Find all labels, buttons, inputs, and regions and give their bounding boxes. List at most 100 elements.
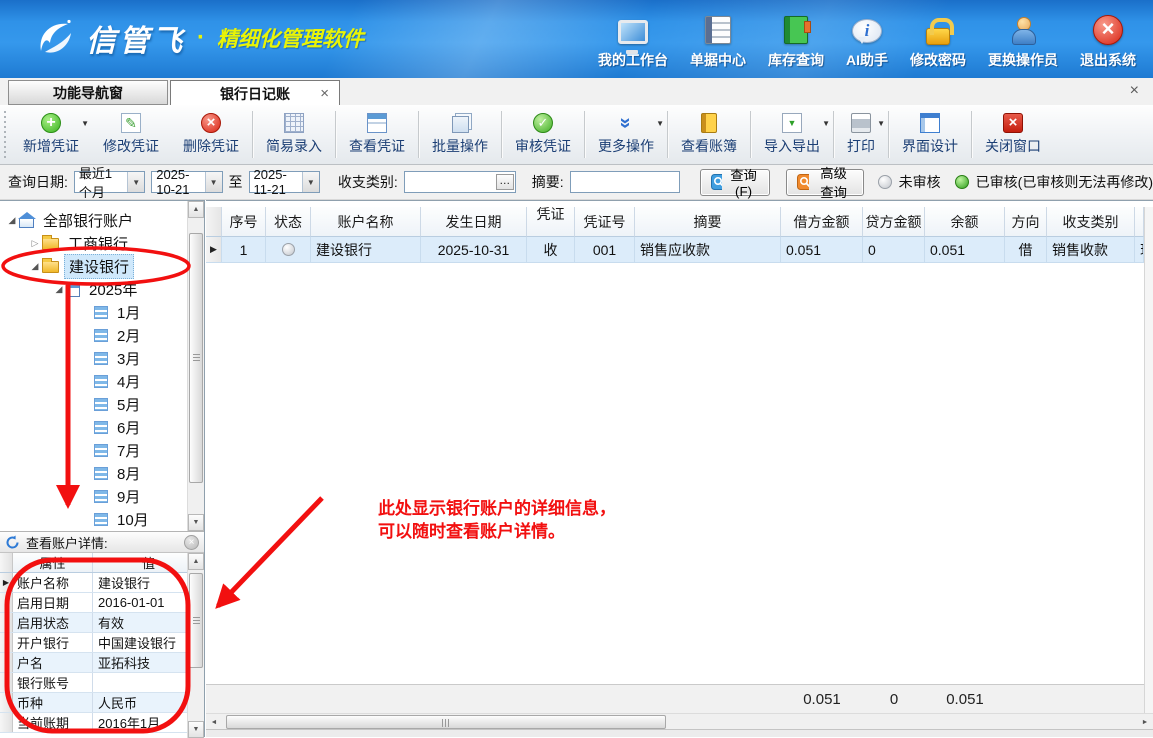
expander-icon[interactable]	[5, 215, 19, 226]
date-from-dropdown-icon[interactable]: ▼	[205, 172, 222, 192]
switch-operator-button[interactable]: 更换操作员	[977, 12, 1069, 72]
close-window-button[interactable]: 关闭窗口	[973, 105, 1053, 164]
more-actions-dropdown-caret[interactable]: ▼	[656, 119, 664, 128]
tree-item-month-9[interactable]: 9月	[0, 485, 204, 508]
tree-item-icbc[interactable]: 工商银行	[0, 232, 204, 255]
add-voucher-button[interactable]: 新增凭证 ▼	[11, 105, 91, 164]
ui-design-button[interactable]: 界面设计	[890, 105, 970, 164]
scroll-left-icon[interactable]: ◄	[206, 714, 222, 730]
col-header-category[interactable]: 收支类别	[1047, 207, 1135, 237]
tree-scrollbar-thumb[interactable]	[189, 233, 203, 483]
hscrollbar-thumb[interactable]	[226, 715, 666, 729]
date-from-picker[interactable]: 2025-10-21 ▼	[151, 171, 222, 193]
toolbar-grip-handle[interactable]	[2, 111, 9, 158]
expander-icon[interactable]	[28, 261, 42, 272]
header-actions: 我的工作台 单据中心 库存查询 AI助手 修改密码 更换操作员 退出系统	[587, 12, 1147, 72]
tree-item-month-7[interactable]: 7月	[0, 439, 204, 462]
inventory-query-button[interactable]: 库存查询	[757, 12, 835, 72]
tree-item-month-10[interactable]: 10月	[0, 508, 204, 531]
col-header-voucher-type[interactable]: 凭证	[527, 207, 575, 237]
expander-icon[interactable]	[52, 284, 66, 295]
tree-item-month-8[interactable]: 8月	[0, 462, 204, 485]
col-header-status[interactable]: 状态	[266, 207, 311, 237]
detail-row-account-no[interactable]: 银行账号	[0, 673, 204, 693]
edit-voucher-button[interactable]: 修改凭证	[91, 105, 171, 164]
category-more-icon[interactable]: …	[496, 174, 514, 190]
print-dropdown-caret[interactable]: ▼	[877, 119, 885, 128]
journal-row-1[interactable]: ▶ 1 建设银行 2025-10-31 收 001 销售应收款 0.051 0 …	[206, 237, 1144, 263]
detail-scrollbar[interactable]: ▲ ▼	[187, 553, 204, 738]
detail-row-holder[interactable]: 户名 亚拓科技	[0, 653, 204, 673]
col-header-direction[interactable]: 方向	[1005, 207, 1047, 237]
view-ledger-button[interactable]: 查看账簿	[669, 105, 749, 164]
unaudited-legend: 未审核	[878, 172, 941, 192]
refresh-icon[interactable]	[5, 535, 20, 550]
detail-row-current-period[interactable]: 当前账期 2016年1月	[0, 713, 204, 733]
view-voucher-button[interactable]: 查看凭证	[337, 105, 417, 164]
col-header-account[interactable]: 账户名称	[311, 207, 421, 237]
import-export-dropdown-caret[interactable]: ▼	[822, 119, 830, 128]
tab-function-navigator[interactable]: 功能导航窗	[8, 80, 168, 105]
password-lock-icon	[926, 28, 950, 45]
detail-row-start-date[interactable]: 启用日期 2016-01-01	[0, 593, 204, 613]
advanced-query-button[interactable]: 高级查询	[786, 169, 864, 196]
print-button[interactable]: 打印 ▼	[835, 105, 887, 164]
journal-icon	[94, 398, 108, 411]
col-header-date[interactable]: 发生日期	[421, 207, 527, 237]
tab-close-icon[interactable]: ×	[320, 85, 329, 102]
tab-bank-journal[interactable]: 银行日记账 ×	[170, 80, 340, 106]
detail-scroll-up-icon[interactable]: ▲	[188, 553, 204, 570]
summary-input[interactable]	[570, 171, 680, 193]
col-header-debit[interactable]: 借方金额	[781, 207, 863, 237]
tree-item-month-5[interactable]: 5月	[0, 393, 204, 416]
tree-item-month-6[interactable]: 6月	[0, 416, 204, 439]
date-preset-select[interactable]: 最近1个月 ▼	[74, 171, 145, 193]
exit-system-button[interactable]: 退出系统	[1069, 12, 1147, 72]
detail-scroll-down-icon[interactable]: ▼	[188, 721, 204, 738]
query-button[interactable]: 查询(F)	[700, 169, 770, 196]
tree-item-month-3[interactable]: 3月	[0, 347, 204, 370]
detail-row-account-name[interactable]: ▶ 账户名称 建设银行	[0, 573, 204, 593]
more-actions-button[interactable]: 更多操作 ▼	[586, 105, 666, 164]
col-header-seq[interactable]: 序号	[222, 207, 266, 237]
audit-voucher-button[interactable]: 审核凭证	[503, 105, 583, 164]
import-export-button[interactable]: 导入导出 ▼	[752, 105, 832, 164]
col-header-summary[interactable]: 摘要	[635, 207, 781, 237]
expander-icon[interactable]	[28, 238, 42, 249]
add-voucher-dropdown-caret[interactable]: ▼	[81, 119, 89, 128]
tree-item-all-bank-accounts[interactable]: 全部银行账户	[0, 209, 204, 232]
brand: 信管飞 · 精细化管理软件	[30, 16, 364, 60]
scroll-right-icon[interactable]: ►	[1137, 714, 1153, 730]
batch-operation-button[interactable]: 批量操作	[420, 105, 500, 164]
grid-vertical-scrollbar[interactable]	[1144, 207, 1153, 713]
tree-scrollbar[interactable]: ▲ ▼	[187, 201, 204, 531]
date-to-dropdown-icon[interactable]: ▼	[302, 172, 319, 192]
batch-operation-icon	[452, 116, 469, 133]
col-header-voucher-no[interactable]: 凭证号	[575, 207, 635, 237]
detail-row-bank[interactable]: 开户银行 中国建设银行	[0, 633, 204, 653]
detail-close-icon[interactable]: ×	[184, 535, 199, 550]
ai-assistant-button[interactable]: AI助手	[835, 12, 899, 72]
tree-item-month-4[interactable]: 4月	[0, 370, 204, 393]
change-password-button[interactable]: 修改密码	[899, 12, 977, 72]
delete-voucher-button[interactable]: 删除凭证	[171, 105, 251, 164]
tree-item-year-2025[interactable]: 2025年	[0, 278, 204, 301]
col-header-balance[interactable]: 余额	[925, 207, 1005, 237]
tree-scroll-up-icon[interactable]: ▲	[188, 201, 204, 218]
col-header-credit[interactable]: 贷方金额	[863, 207, 925, 237]
date-to-picker[interactable]: 2025-11-21 ▼	[249, 171, 320, 193]
tree-item-ccb[interactable]: 建设银行	[0, 255, 204, 278]
detail-row-status[interactable]: 启用状态 有效	[0, 613, 204, 633]
detail-scrollbar-thumb[interactable]	[189, 573, 203, 668]
document-center-button[interactable]: 单据中心	[679, 12, 757, 72]
tree-scroll-down-icon[interactable]: ▼	[188, 514, 204, 531]
detail-row-currency[interactable]: 币种 人民币	[0, 693, 204, 713]
tree-item-month-1[interactable]: 1月	[0, 301, 204, 324]
grid-horizontal-scrollbar[interactable]: ◄ ►	[206, 713, 1153, 730]
simple-entry-button[interactable]: 简易录入	[254, 105, 334, 164]
tabstrip-close-icon[interactable]: ×	[1130, 83, 1139, 99]
tree-item-month-2[interactable]: 2月	[0, 324, 204, 347]
workbench-button[interactable]: 我的工作台	[587, 12, 679, 72]
date-preset-dropdown-icon[interactable]: ▼	[127, 172, 144, 192]
inventory-query-label: 库存查询	[768, 50, 824, 70]
